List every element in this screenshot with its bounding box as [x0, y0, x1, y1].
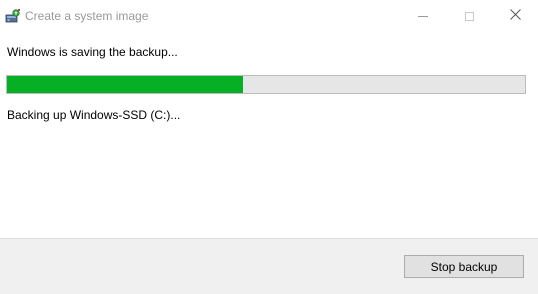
- minimize-icon: [418, 15, 428, 17]
- dialog-footer: Stop backup: [0, 238, 538, 294]
- progress-bar: [6, 75, 526, 94]
- backup-drive-icon: [5, 8, 21, 24]
- maximize-button[interactable]: [446, 0, 492, 32]
- close-icon: [509, 7, 521, 25]
- status-text: Windows is saving the backup...: [7, 45, 178, 59]
- progress-fill: [7, 76, 243, 93]
- stop-backup-button[interactable]: Stop backup: [404, 255, 524, 278]
- progress-detail-text: Backing up Windows-SSD (C:)...: [7, 108, 181, 122]
- window-title: Create a system image: [25, 9, 149, 23]
- system-image-dialog: Create a system image Windows is saving …: [0, 0, 538, 294]
- close-button[interactable]: [492, 0, 538, 32]
- title-bar[interactable]: Create a system image: [0, 0, 538, 32]
- maximize-icon: [464, 11, 474, 21]
- minimize-button[interactable]: [400, 0, 446, 32]
